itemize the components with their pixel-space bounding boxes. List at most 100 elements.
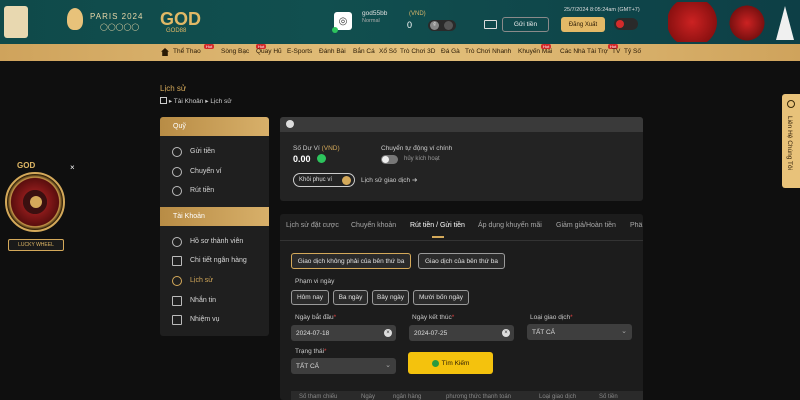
eiffel-image bbox=[4, 6, 28, 38]
tab-lich-su-dat-cuoc[interactable]: Lịch sử đặt cược bbox=[286, 222, 339, 229]
sidebar-section-tai-khoan: Tài Khoản bbox=[160, 207, 269, 226]
close-icon[interactable]: × bbox=[70, 163, 79, 172]
col-date: Ngày bbox=[361, 394, 376, 400]
arrow-right-icon: ➔ bbox=[411, 177, 418, 184]
nav-tro-choi-nhanh[interactable]: Trò Chơi Nhanh bbox=[465, 48, 511, 55]
auto-transfer-label: Chuyển tự động ví chính bbox=[381, 145, 453, 152]
start-date-value: 2024-07-18 bbox=[296, 329, 330, 337]
third-party-button[interactable]: Giao dịch của bên thứ ba bbox=[418, 253, 505, 269]
wallet-panel-header bbox=[280, 117, 643, 132]
sidebar-item-ho-so[interactable]: Hồ sơ thành viên bbox=[160, 232, 269, 251]
contact-us-label: Liên Hệ Chúng Tôi bbox=[786, 116, 793, 171]
brand-sub: GOD88 bbox=[166, 28, 187, 34]
sidebar-item-gui-tien[interactable]: Gửi tiền bbox=[160, 142, 269, 161]
restore-icon bbox=[342, 176, 351, 185]
logout-button[interactable]: Đăng Xuất bbox=[561, 17, 605, 32]
sidebar-item-label: Chi tiết ngân hàng bbox=[190, 257, 247, 264]
refresh-icon[interactable] bbox=[444, 21, 453, 30]
nav-quay-hu[interactable]: Quay Hũ bbox=[256, 48, 282, 55]
transfer-icon bbox=[172, 166, 182, 177]
nav-khuyen-mai[interactable]: Khuyến Mãi Hot bbox=[518, 44, 552, 55]
end-date-input[interactable]: 2024-07-25 × bbox=[409, 325, 514, 341]
nav-the-thao[interactable]: Thể Thao Hot bbox=[173, 44, 215, 55]
breadcrumb: ▸ Tài Khoản ▸ Lịch sử bbox=[160, 97, 232, 105]
sidebar: Quỹ Gửi tiền Chuyển ví Rút tiền Tài Khoả… bbox=[160, 117, 269, 336]
home-icon[interactable] bbox=[161, 48, 169, 56]
nav-danh-bai[interactable]: Đánh Bài bbox=[319, 48, 346, 55]
home-icon[interactable] bbox=[160, 97, 167, 104]
breadcrumb-item: Lịch sử bbox=[210, 98, 232, 105]
date-14days-button[interactable]: Mười bốn ngày bbox=[413, 290, 469, 305]
col-bank: ngân hàng bbox=[393, 394, 422, 400]
transaction-history-link[interactable]: Lịch sử giao dịch ➔ bbox=[361, 176, 417, 184]
non-third-party-button[interactable]: Giao dịch không phải của bên thứ ba bbox=[291, 253, 411, 269]
clear-icon[interactable]: × bbox=[502, 329, 510, 337]
search-button[interactable]: Tìm Kiếm bbox=[408, 352, 493, 374]
nav-ty-so[interactable]: Tỷ Số bbox=[624, 48, 641, 55]
nav-ban-ca[interactable]: Bắn Cá bbox=[353, 48, 375, 55]
sidebar-item-chuyen-vi[interactable]: Chuyển ví bbox=[160, 162, 269, 181]
date-today-button[interactable]: Hôm nay bbox=[291, 290, 329, 305]
breadcrumb-sep-icon: ▸ bbox=[205, 98, 209, 105]
withdraw-icon bbox=[172, 185, 182, 196]
status-label: Trạng thái* bbox=[295, 348, 327, 355]
nav-xo-so[interactable]: Xổ Số bbox=[379, 48, 397, 55]
sidebar-item-ngan-hang[interactable]: Chi tiết ngân hàng bbox=[160, 251, 269, 270]
tab-more[interactable]: Phần bbox=[630, 222, 643, 229]
sidebar-item-rut-tien[interactable]: Rút tiền bbox=[160, 181, 269, 200]
transaction-type-value: TẤT CẢ bbox=[532, 328, 555, 336]
restore-wallet-button[interactable]: Khôi phục ví bbox=[293, 173, 355, 187]
end-date-label: Ngày kết thúc* bbox=[412, 314, 454, 321]
nav-song-bac[interactable]: Sòng Bạc Hot bbox=[221, 44, 267, 55]
contact-us-tab[interactable]: Liên Hệ Chúng Tôi bbox=[782, 94, 800, 188]
required-mark: * bbox=[451, 314, 455, 321]
balance-currency: (VND) bbox=[321, 145, 340, 152]
date-7days-button[interactable]: Bảy ngày bbox=[372, 290, 409, 305]
lucky-wheel-widget[interactable]: GOD LUCKY WHEEL bbox=[0, 160, 72, 256]
brand-logo[interactable]: GOD bbox=[160, 9, 201, 30]
end-date-value: 2024-07-25 bbox=[414, 329, 448, 337]
refresh-icon[interactable] bbox=[317, 154, 326, 163]
breadcrumb-item[interactable]: Tài Khoản bbox=[174, 98, 204, 105]
transaction-type-select[interactable]: TẤT CẢ ⌄ bbox=[527, 324, 632, 340]
sidebar-item-nhan-tin[interactable]: Nhắn tin bbox=[160, 291, 269, 310]
tab-rut-tien-gui-tien[interactable]: Rút tiền / Gửi tiền bbox=[410, 222, 465, 229]
tab-chuyen-khoan[interactable]: Chuyển khoản bbox=[351, 222, 396, 229]
balance-toggle[interactable]: ₫ bbox=[428, 20, 456, 31]
sidebar-item-label: Nhắn tin bbox=[190, 297, 217, 304]
chevron-down-icon: ⌄ bbox=[621, 328, 627, 335]
chevron-down-icon: ⌄ bbox=[385, 362, 391, 369]
nav-nha-tai-tro[interactable]: Các Nhà Tài Trợ Hot bbox=[560, 44, 619, 55]
status-select[interactable]: TẤT CẢ ⌄ bbox=[291, 358, 396, 374]
date-range-label: Phạm vi ngày bbox=[295, 278, 335, 285]
nav-esports[interactable]: E-Sports bbox=[287, 48, 312, 55]
chat-icon bbox=[787, 100, 795, 108]
auto-transfer-toggle[interactable] bbox=[381, 155, 398, 164]
status-value: TẤT CẢ bbox=[296, 362, 319, 370]
nav-tro-choi-3d[interactable]: Trò Chơi 3D bbox=[400, 48, 435, 55]
required-mark: * bbox=[570, 314, 573, 321]
user-level: Normal bbox=[362, 18, 380, 24]
nav-da-ga[interactable]: Đá Gà bbox=[441, 48, 460, 55]
history-link-label: Lịch sử giao dịch bbox=[361, 177, 411, 184]
sidebar-item-label: Hồ sơ thành viên bbox=[190, 238, 244, 245]
language-toggle[interactable] bbox=[614, 18, 638, 30]
header-deposit-button[interactable]: Gửi tiền bbox=[502, 17, 549, 32]
sidebar-item-nhiem-vu[interactable]: Nhiệm vụ bbox=[160, 310, 269, 329]
start-date-input[interactable]: 2024-07-18 × bbox=[291, 325, 396, 341]
mail-icon[interactable] bbox=[484, 20, 497, 29]
tab-giam-gia-hoan-tien[interactable]: Giảm giá/Hoàn tiền bbox=[556, 222, 616, 229]
online-status-icon bbox=[332, 27, 338, 33]
date-3days-button[interactable]: Ba ngày bbox=[333, 290, 368, 305]
currency-icon: ₫ bbox=[430, 21, 439, 30]
required-mark: * bbox=[324, 348, 327, 355]
user-icon bbox=[172, 236, 182, 247]
nav-tv[interactable]: TV bbox=[612, 48, 620, 55]
wallet-icon bbox=[286, 120, 294, 128]
tab-ap-dung-khuyen-mai[interactable]: Áp dụng khuyến mãi bbox=[478, 222, 542, 229]
clear-icon[interactable]: × bbox=[384, 329, 392, 337]
nav-label: Các Nhà Tài Trợ bbox=[560, 48, 608, 55]
sidebar-section-quy: Quỹ bbox=[160, 117, 269, 136]
deposit-icon bbox=[172, 146, 182, 157]
sidebar-item-lich-su[interactable]: Lịch sử bbox=[160, 271, 269, 290]
